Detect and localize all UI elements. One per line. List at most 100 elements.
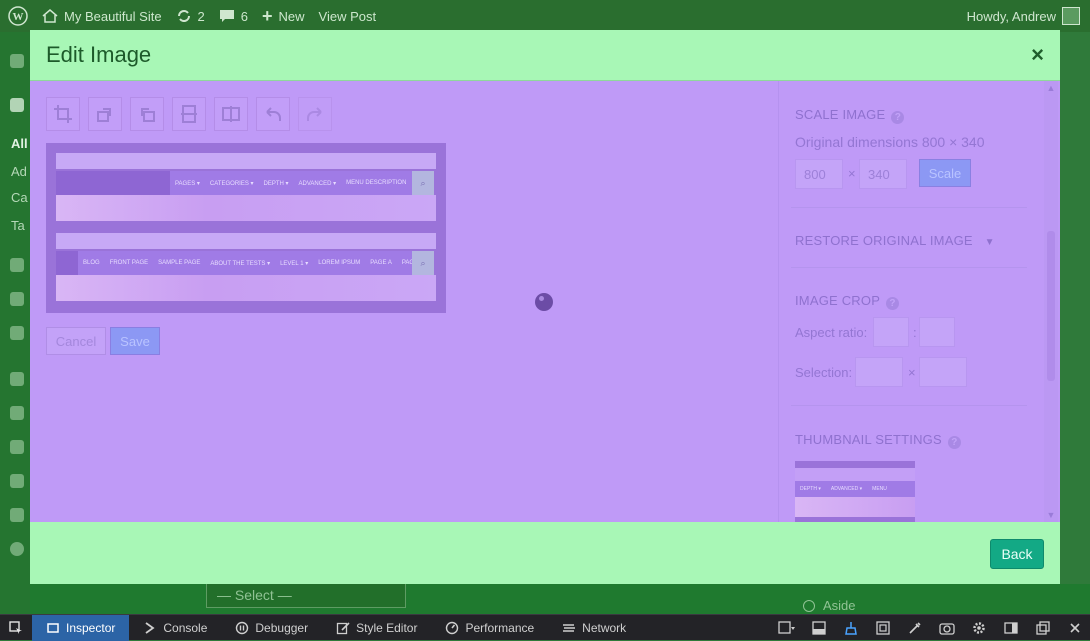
tab-label: Style Editor xyxy=(356,620,418,635)
selection-height-input[interactable] xyxy=(919,357,967,387)
scale-button[interactable]: Scale xyxy=(919,159,971,187)
preview-nav-secondary: BLOG FRONT PAGE SAMPLE PAGE ABOUT THE TE… xyxy=(78,251,424,275)
image-settings-panel: SCALE IMAGE? Original dimensions 800 × 3… xyxy=(778,81,1048,522)
view-post-label: View Post xyxy=(318,8,377,24)
image-crop-heading: IMAGE CROP? xyxy=(795,293,900,310)
menu-label-all[interactable]: All xyxy=(11,136,28,151)
preview-nav-primary: PAGES ▾ CATEGORIES ▾ DEPTH ▾ ADVANCED ▾ … xyxy=(170,171,412,195)
tab-console[interactable]: Console xyxy=(129,615,221,641)
post-format-aside[interactable]: Aside xyxy=(803,598,856,613)
menu-label-categories[interactable]: Ca xyxy=(11,190,28,205)
scroll-thumb[interactable] xyxy=(1047,231,1055,381)
frame-select-icon[interactable] xyxy=(778,619,796,637)
scale-width-input[interactable]: 800 xyxy=(795,159,843,189)
thumbnail-preview: DEPTH ▾ ADVANCED ▾ MENU xyxy=(795,461,915,522)
save-button[interactable]: Save xyxy=(110,327,160,355)
tab-label: Debugger xyxy=(255,620,309,635)
help-icon[interactable]: ? xyxy=(891,111,905,124)
view-post-link[interactable]: View Post xyxy=(319,9,377,24)
undo-icon[interactable] xyxy=(256,97,290,131)
tab-debugger[interactable]: Debugger xyxy=(221,615,322,641)
thumb-nav-item: DEPTH ▾ xyxy=(800,486,821,492)
help-icon[interactable]: ? xyxy=(947,436,961,449)
comments-count: 6 xyxy=(240,8,249,24)
comments-link[interactable]: 6 xyxy=(219,9,248,24)
paint-brush-icon[interactable] xyxy=(842,619,860,637)
tab-label: Performance xyxy=(465,620,535,635)
close-devtools-icon[interactable] xyxy=(1066,619,1084,637)
restore-original-toggle[interactable]: RESTORE ORIGINAL IMAGE ▼ xyxy=(795,233,995,248)
crop-icon[interactable] xyxy=(46,97,80,131)
preview-header-image-2 xyxy=(56,275,436,301)
menu-label-tags[interactable]: Ta xyxy=(11,218,25,233)
preview-top-strip xyxy=(56,153,436,169)
split-console-icon[interactable] xyxy=(810,619,828,637)
comments-icon[interactable] xyxy=(10,326,24,340)
comment-icon xyxy=(219,10,234,22)
edit-image-modal: Edit Image × PAGES ▾ CATEGORIES ▾ DEPTH … xyxy=(30,30,1060,584)
home-icon xyxy=(42,9,58,23)
screenshot-icon[interactable] xyxy=(938,619,956,637)
aspect-ratio-label: Aspect ratio: xyxy=(795,325,868,340)
plugins-icon[interactable] xyxy=(10,406,24,420)
loading-spinner-icon xyxy=(535,293,553,311)
dashboard-icon[interactable] xyxy=(10,54,24,68)
new-content-link[interactable]: + New xyxy=(262,6,305,27)
rotate-left-icon[interactable] xyxy=(88,97,122,131)
settings-icon[interactable] xyxy=(10,508,24,522)
aspect-ratio-width-input[interactable] xyxy=(873,317,909,347)
cancel-button[interactable]: Cancel xyxy=(46,327,106,355)
format-select[interactable]: — Select — xyxy=(206,582,406,608)
tools-icon[interactable] xyxy=(10,474,24,488)
scroll-down-icon[interactable]: ▼ xyxy=(1046,510,1056,520)
wordpress-logo-icon[interactable]: W xyxy=(8,6,28,26)
selection-width-input[interactable] xyxy=(855,357,903,387)
flip-horizontal-icon[interactable] xyxy=(214,97,248,131)
nav-item: BLOG xyxy=(83,260,100,266)
eyedropper-icon[interactable] xyxy=(906,619,924,637)
tab-style-editor[interactable]: Style Editor xyxy=(322,615,431,641)
responsive-mode-icon[interactable] xyxy=(874,619,892,637)
tab-network[interactable]: Network xyxy=(548,615,640,641)
element-picker-icon[interactable] xyxy=(0,615,32,641)
tab-label: Inspector xyxy=(66,620,116,635)
help-icon[interactable]: ? xyxy=(886,297,900,310)
media-icon[interactable] xyxy=(10,258,24,272)
account-menu[interactable]: Howdy, Andrew xyxy=(967,0,1080,32)
image-preview[interactable]: PAGES ▾ CATEGORIES ▾ DEPTH ▾ ADVANCED ▾ … xyxy=(46,143,446,313)
aspect-colon: : xyxy=(913,325,917,340)
settings-gear-icon[interactable] xyxy=(970,619,988,637)
dock-side-icon[interactable] xyxy=(1002,619,1020,637)
nav-item: ABOUT THE TESTS ▾ xyxy=(210,260,271,267)
network-icon xyxy=(563,623,576,632)
tab-performance[interactable]: Performance xyxy=(431,615,548,641)
back-button[interactable]: Back xyxy=(990,539,1044,569)
preview-header-image xyxy=(56,195,436,221)
pages-icon[interactable] xyxy=(10,292,24,306)
rotate-right-icon[interactable] xyxy=(130,97,164,131)
thumb-nav-item: MENU xyxy=(872,486,887,492)
menu-label-add[interactable]: Ad xyxy=(11,164,27,179)
flip-vertical-icon[interactable] xyxy=(172,97,206,131)
aspect-ratio-height-input[interactable] xyxy=(919,317,955,347)
appearance-icon[interactable] xyxy=(10,372,24,386)
aside-label: Aside xyxy=(823,598,856,613)
page-backdrop xyxy=(30,584,1090,614)
preview-middle-strip xyxy=(56,233,436,249)
site-name-link[interactable]: My Beautiful Site xyxy=(42,9,162,24)
undock-icon[interactable] xyxy=(1034,619,1052,637)
devtools-toolbar: Inspector Console Debugger Style Editor … xyxy=(0,614,1090,641)
selection-label: Selection: xyxy=(795,365,853,380)
selection-times: × xyxy=(908,365,916,380)
close-icon[interactable]: × xyxy=(1031,42,1044,68)
collapse-icon[interactable] xyxy=(10,542,24,556)
scale-height-input[interactable]: 340 xyxy=(859,159,907,189)
tab-inspector[interactable]: Inspector xyxy=(32,614,130,641)
users-icon[interactable] xyxy=(10,440,24,454)
updates-link[interactable]: 2 xyxy=(176,8,205,24)
pin-icon[interactable] xyxy=(10,98,24,112)
scroll-up-icon[interactable]: ▲ xyxy=(1046,83,1056,93)
settings-scrollbar[interactable]: ▲ ▼ xyxy=(1044,81,1058,522)
redo-icon[interactable] xyxy=(298,97,332,131)
thumbnail-settings-title: THUMBNAIL SETTINGS xyxy=(795,432,942,447)
